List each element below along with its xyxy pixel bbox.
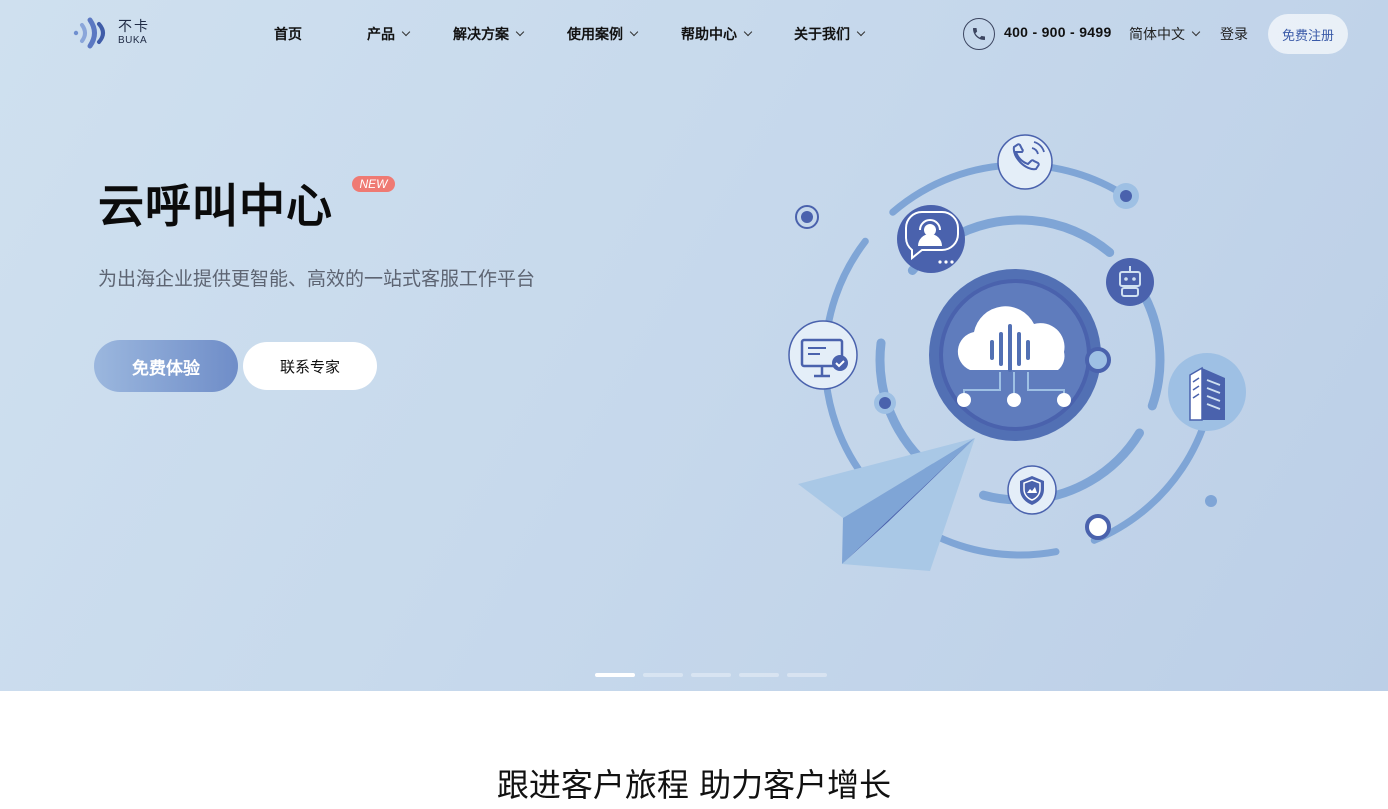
carousel-indicators — [595, 673, 827, 677]
logo[interactable]: 不卡 BUKA — [72, 16, 162, 50]
monitor-check-icon — [788, 320, 858, 390]
login-link[interactable]: 登录 — [1220, 24, 1248, 44]
logo-en: BUKA — [118, 35, 148, 46]
carousel-dot[interactable] — [739, 673, 779, 677]
nav-item-label: 使用案例 — [567, 27, 623, 43]
nav-item-label: 帮助中心 — [681, 27, 737, 43]
nav-item-help[interactable]: 帮助中心 — [681, 24, 753, 44]
register-button[interactable]: 免费注册 — [1268, 14, 1348, 54]
chevron-down-icon — [401, 27, 411, 37]
language-select[interactable]: 简体中文 — [1129, 24, 1201, 44]
hero-subtitle: 为出海企业提供更智能、高效的一站式客服工作平台 — [98, 268, 536, 290]
chevron-down-icon — [743, 27, 753, 37]
new-badge: NEW — [352, 176, 395, 192]
logo-cn: 不卡 — [118, 19, 150, 35]
logo-icon — [73, 17, 105, 49]
robot-icon — [1106, 258, 1154, 306]
hero-title: 云呼叫中心 — [98, 179, 333, 233]
free-trial-button[interactable]: 免费体验 — [94, 340, 238, 392]
chevron-down-icon — [1191, 27, 1201, 37]
building-icon — [1168, 353, 1246, 431]
carousel-dot[interactable] — [787, 673, 827, 677]
headset-chat-icon — [897, 205, 965, 273]
contact-expert-button[interactable]: 联系专家 — [243, 342, 377, 390]
nav-item-products[interactable]: 产品 — [367, 24, 411, 44]
phone-number[interactable]: 400 - 900 - 9499 — [1004, 24, 1112, 40]
chevron-down-icon — [856, 27, 866, 37]
carousel-dot[interactable] — [691, 673, 731, 677]
nav-item-about[interactable]: 关于我们 — [794, 24, 866, 44]
nav-item-solutions[interactable]: 解决方案 — [453, 24, 525, 44]
carousel-dot[interactable] — [643, 673, 683, 677]
chevron-down-icon — [515, 27, 525, 37]
language-label: 简体中文 — [1129, 27, 1185, 43]
carousel-dot[interactable] — [595, 673, 635, 677]
call-center-illustration — [788, 134, 1246, 571]
nav-item-label: 首页 — [274, 27, 302, 43]
hero-banner: 不卡 BUKA 首页 产品 解决方案 使用案例 帮助中心 关于我们 400 - … — [0, 0, 1388, 691]
nav-item-cases[interactable]: 使用案例 — [567, 24, 639, 44]
paper-plane-icon — [798, 438, 975, 571]
section-title: 跟进客户旅程 助力客户增长 — [496, 766, 892, 804]
chevron-down-icon — [629, 27, 639, 37]
phone-icon — [997, 134, 1053, 190]
nav-item-label: 产品 — [367, 27, 395, 43]
nav-item-home[interactable]: 首页 — [274, 24, 302, 44]
top-nav: 不卡 BUKA 首页 产品 解决方案 使用案例 帮助中心 关于我们 400 - … — [0, 0, 1388, 68]
phone-icon[interactable] — [963, 18, 995, 50]
shield-icon — [1007, 465, 1057, 515]
nav-item-label: 关于我们 — [794, 27, 850, 43]
nav-item-label: 解决方案 — [453, 27, 509, 43]
